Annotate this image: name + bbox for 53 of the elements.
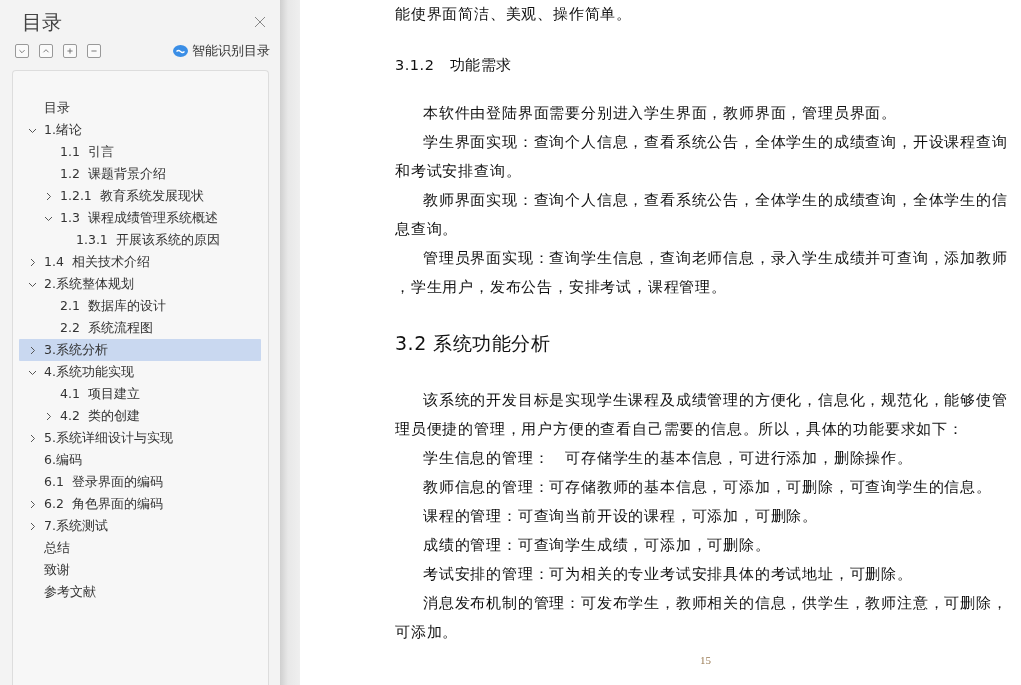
toc-item[interactable]: 1.绪论	[19, 119, 261, 141]
toc-item[interactable]: 致谢	[19, 559, 261, 581]
paragraph-text: 教师界面实现：查询个人信息，查看系统公告，全体学生的成绩查询，全体学生的信息查询。	[395, 190, 1009, 240]
panel-title: 目录	[22, 8, 62, 36]
plus-icon	[64, 45, 76, 57]
chevron-icon[interactable]	[28, 433, 37, 443]
collapse-all-button[interactable]	[15, 44, 29, 58]
toc-item[interactable]: 参考文献	[19, 581, 261, 603]
toc-item[interactable]: 6.1 登录界面的编码	[19, 471, 261, 493]
toc-item[interactable]: 4.系统功能实现	[19, 361, 261, 383]
toc-item[interactable]: 1.3 课程成绩管理系统概述	[19, 207, 261, 229]
smart-toc-button[interactable]: 智能识别目录	[173, 42, 270, 60]
toc-item[interactable]: 1.4 相关技术介绍	[19, 251, 261, 273]
toc-item[interactable]: 1.2 课题背景介绍	[19, 163, 261, 185]
plus-button[interactable]	[63, 44, 77, 58]
paragraph-text: 管理员界面实现：查询学生信息，查询老师信息，录入学生成绩并可查询，添加教师，学生用户，发布公告，安排考试，课程管理。	[395, 248, 1009, 298]
toc-item[interactable]: 2.系统整体规划	[19, 273, 261, 295]
paragraph-text: 消息发布机制的管理：可发布学生，教师相关的信息，供学生，教师注意，可删除，可添加。	[395, 593, 1009, 643]
paragraph-text: 教师信息的管理：可存储教师的基本信息，可添加，可删除，可查询学生的信息。	[422, 477, 993, 498]
paragraph-text: 学生信息的管理： 可存储学生的基本信息，可进行添加，删除操作。	[422, 448, 914, 469]
expand-all-button[interactable]	[39, 44, 53, 58]
paragraph-text: 本软件由登陆界面需要分别进入学生界面，教师界面，管理员界面。	[422, 103, 898, 124]
toc-item[interactable]: 目录	[19, 97, 261, 119]
paragraph-text: 成绩的管理：可查询学生成绩，可添加，可删除。	[422, 535, 772, 556]
paragraph-text: 学生界面实现：查询个人信息，查看系统公告，全体学生的成绩查询，开设课程查询和考试安排查询。	[395, 132, 1009, 182]
toc-item[interactable]: 总结	[19, 537, 261, 559]
chevron-icon[interactable]	[44, 191, 53, 201]
toc-item[interactable]: 4.1 项目建立	[19, 383, 261, 405]
page-number: 15	[700, 654, 711, 666]
paragraph-text: 该系统的开发目标是实现学生课程及成绩管理的方便化，信息化，规范化，能够使管理员便捷的管理，用户方便的查看自己需要的信息。所以，具体的功能要求如下：	[395, 390, 1009, 440]
toc-item[interactable]: 5.系统详细设计与实现	[19, 427, 261, 449]
toc-item[interactable]: 6.编码	[19, 449, 261, 471]
toc-item[interactable]: 1.2.1 教育系统发展现状	[19, 185, 261, 207]
toc-item[interactable]: 1.1 引言	[19, 141, 261, 163]
chevron-icon[interactable]	[28, 499, 37, 509]
paragraph-text: 课程的管理：可查询当前开设的课程，可添加，可删除。	[422, 506, 819, 527]
toc-item[interactable]: 1.3.1 开展该系统的原因	[19, 229, 261, 251]
toc-item[interactable]: 2.1 数据库的设计	[19, 295, 261, 317]
close-icon[interactable]	[254, 16, 266, 28]
chevron-icon[interactable]	[44, 411, 53, 421]
section-heading: 3.1.2 功能需求	[395, 56, 513, 75]
minus-button[interactable]	[87, 44, 101, 58]
paragraph-text: 能使界面简洁、美观、操作简单。	[395, 4, 633, 25]
chevron-icon[interactable]	[28, 521, 37, 531]
toc-item[interactable]: 4.2 类的创建	[19, 405, 261, 427]
toc-item[interactable]: 3.系统分析	[19, 339, 261, 361]
toc-item[interactable]: 6.2 角色界面的编码	[19, 493, 261, 515]
paragraph-text: 考试安排的管理：可为相关的专业考试安排具体的考试地址，可删除。	[422, 564, 914, 585]
chevron-icon[interactable]	[28, 257, 37, 267]
chevron-icon[interactable]	[28, 345, 37, 355]
toc-item[interactable]: 2.2 系统流程图	[19, 317, 261, 339]
toc-item[interactable]: 7.系统测试	[19, 515, 261, 537]
section-heading: 3.2 系统功能分析	[395, 331, 552, 356]
